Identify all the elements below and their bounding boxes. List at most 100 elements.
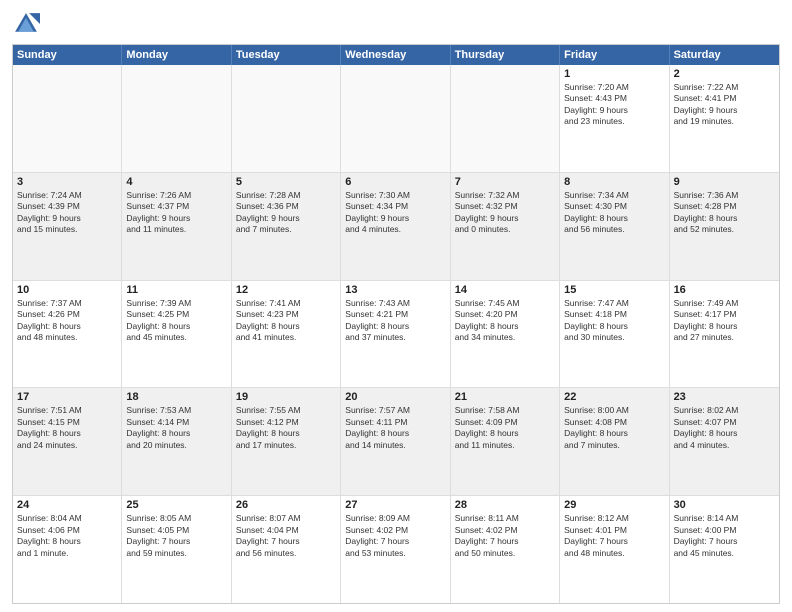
day-info: Sunrise: 7:53 AM Sunset: 4:14 PM Dayligh…	[126, 405, 226, 451]
day-number: 7	[455, 176, 555, 188]
day-number: 20	[345, 391, 445, 403]
weekday-header-thursday: Thursday	[451, 45, 560, 65]
calendar-body: 1 Sunrise: 7:20 AM Sunset: 4:43 PM Daylig…	[13, 65, 779, 603]
day-info: Sunrise: 8:11 AM Sunset: 4:02 PM Dayligh…	[455, 513, 555, 559]
day-info: Sunrise: 8:14 AM Sunset: 4:00 PM Dayligh…	[674, 513, 775, 559]
calendar-cell-r3-c1: 18 Sunrise: 7:53 AM Sunset: 4:14 PM Dayli…	[122, 388, 231, 495]
day-info: Sunrise: 7:39 AM Sunset: 4:25 PM Dayligh…	[126, 298, 226, 344]
day-info: Sunrise: 7:45 AM Sunset: 4:20 PM Dayligh…	[455, 298, 555, 344]
calendar-cell-r4-c4: 28 Sunrise: 8:11 AM Sunset: 4:02 PM Dayli…	[451, 496, 560, 603]
day-number: 9	[674, 176, 775, 188]
calendar-cell-r0-c3	[341, 65, 450, 172]
calendar-cell-r2-c3: 13Sunrise: 7:43 AM Sunset: 4:21 PM Dayli…	[341, 281, 450, 388]
day-number: 24	[17, 499, 117, 511]
day-number: 26	[236, 499, 336, 511]
day-info: Sunrise: 7:24 AM Sunset: 4:39 PM Dayligh…	[17, 190, 117, 236]
day-number: 10	[17, 284, 117, 296]
day-number: 23	[674, 391, 775, 403]
calendar-cell-r0-c5: 1 Sunrise: 7:20 AM Sunset: 4:43 PM Daylig…	[560, 65, 669, 172]
day-number: 12	[236, 284, 336, 296]
day-number: 14	[455, 284, 555, 296]
day-number: 30	[674, 499, 775, 511]
day-info: Sunrise: 8:02 AM Sunset: 4:07 PM Dayligh…	[674, 405, 775, 451]
calendar-cell-r0-c6: 2 Sunrise: 7:22 AM Sunset: 4:41 PM Daylig…	[670, 65, 779, 172]
day-info: Sunrise: 7:57 AM Sunset: 4:11 PM Dayligh…	[345, 405, 445, 451]
calendar-cell-r3-c0: 17 Sunrise: 7:51 AM Sunset: 4:15 PM Dayli…	[13, 388, 122, 495]
calendar-cell-r2-c6: 16Sunrise: 7:49 AM Sunset: 4:17 PM Dayli…	[670, 281, 779, 388]
logo-icon	[12, 10, 40, 38]
calendar-cell-r3-c2: 19Sunrise: 7:55 AM Sunset: 4:12 PM Dayli…	[232, 388, 341, 495]
calendar-cell-r4-c2: 26 Sunrise: 8:07 AM Sunset: 4:04 PM Dayli…	[232, 496, 341, 603]
calendar-cell-r1-c1: 4 Sunrise: 7:26 AM Sunset: 4:37 PM Daylig…	[122, 173, 231, 280]
day-info: Sunrise: 8:09 AM Sunset: 4:02 PM Dayligh…	[345, 513, 445, 559]
day-info: Sunrise: 7:30 AM Sunset: 4:34 PM Dayligh…	[345, 190, 445, 236]
calendar-cell-r0-c2	[232, 65, 341, 172]
day-number: 4	[126, 176, 226, 188]
calendar-cell-r4-c1: 25 Sunrise: 8:05 AM Sunset: 4:05 PM Dayli…	[122, 496, 231, 603]
page: SundayMondayTuesdayWednesdayThursdayFrid…	[0, 0, 792, 612]
weekday-header-sunday: Sunday	[13, 45, 122, 65]
calendar-cell-r2-c5: 15 Sunrise: 7:47 AM Sunset: 4:18 PM Dayli…	[560, 281, 669, 388]
calendar-cell-r2-c0: 10Sunrise: 7:37 AM Sunset: 4:26 PM Dayli…	[13, 281, 122, 388]
day-number: 28	[455, 499, 555, 511]
calendar-cell-r4-c3: 27Sunrise: 8:09 AM Sunset: 4:02 PM Dayli…	[341, 496, 450, 603]
calendar-cell-r3-c6: 23 Sunrise: 8:02 AM Sunset: 4:07 PM Dayli…	[670, 388, 779, 495]
calendar-row-1: 3 Sunrise: 7:24 AM Sunset: 4:39 PM Daylig…	[13, 173, 779, 281]
calendar-cell-r0-c4	[451, 65, 560, 172]
day-info: Sunrise: 7:34 AM Sunset: 4:30 PM Dayligh…	[564, 190, 664, 236]
day-number: 29	[564, 499, 664, 511]
day-info: Sunrise: 7:41 AM Sunset: 4:23 PM Dayligh…	[236, 298, 336, 344]
day-number: 16	[674, 284, 775, 296]
header	[12, 10, 780, 38]
day-number: 5	[236, 176, 336, 188]
day-info: Sunrise: 7:20 AM Sunset: 4:43 PM Dayligh…	[564, 82, 664, 128]
day-info: Sunrise: 7:47 AM Sunset: 4:18 PM Dayligh…	[564, 298, 664, 344]
calendar-cell-r4-c6: 30 Sunrise: 8:14 AM Sunset: 4:00 PM Dayli…	[670, 496, 779, 603]
calendar-cell-r2-c4: 14 Sunrise: 7:45 AM Sunset: 4:20 PM Dayli…	[451, 281, 560, 388]
day-number: 19	[236, 391, 336, 403]
calendar-row-2: 10Sunrise: 7:37 AM Sunset: 4:26 PM Dayli…	[13, 281, 779, 389]
day-info: Sunrise: 7:26 AM Sunset: 4:37 PM Dayligh…	[126, 190, 226, 236]
calendar-row-3: 17 Sunrise: 7:51 AM Sunset: 4:15 PM Dayli…	[13, 388, 779, 496]
day-number: 6	[345, 176, 445, 188]
calendar-cell-r0-c1	[122, 65, 231, 172]
calendar-cell-r1-c2: 5 Sunrise: 7:28 AM Sunset: 4:36 PM Daylig…	[232, 173, 341, 280]
calendar-cell-r4-c5: 29Sunrise: 8:12 AM Sunset: 4:01 PM Dayli…	[560, 496, 669, 603]
weekday-header-monday: Monday	[122, 45, 231, 65]
weekday-header-friday: Friday	[560, 45, 669, 65]
day-number: 17	[17, 391, 117, 403]
weekday-header-wednesday: Wednesday	[341, 45, 450, 65]
day-info: Sunrise: 7:36 AM Sunset: 4:28 PM Dayligh…	[674, 190, 775, 236]
day-number: 1	[564, 68, 664, 80]
day-number: 8	[564, 176, 664, 188]
day-info: Sunrise: 7:22 AM Sunset: 4:41 PM Dayligh…	[674, 82, 775, 128]
calendar-row-4: 24Sunrise: 8:04 AM Sunset: 4:06 PM Dayli…	[13, 496, 779, 603]
day-number: 21	[455, 391, 555, 403]
calendar-cell-r4-c0: 24Sunrise: 8:04 AM Sunset: 4:06 PM Dayli…	[13, 496, 122, 603]
day-info: Sunrise: 8:05 AM Sunset: 4:05 PM Dayligh…	[126, 513, 226, 559]
day-info: Sunrise: 7:58 AM Sunset: 4:09 PM Dayligh…	[455, 405, 555, 451]
calendar-cell-r1-c0: 3 Sunrise: 7:24 AM Sunset: 4:39 PM Daylig…	[13, 173, 122, 280]
day-info: Sunrise: 7:51 AM Sunset: 4:15 PM Dayligh…	[17, 405, 117, 451]
calendar-cell-r1-c5: 8 Sunrise: 7:34 AM Sunset: 4:30 PM Daylig…	[560, 173, 669, 280]
day-info: Sunrise: 7:32 AM Sunset: 4:32 PM Dayligh…	[455, 190, 555, 236]
calendar-cell-r1-c3: 6 Sunrise: 7:30 AM Sunset: 4:34 PM Daylig…	[341, 173, 450, 280]
day-number: 2	[674, 68, 775, 80]
day-number: 22	[564, 391, 664, 403]
calendar-header: SundayMondayTuesdayWednesdayThursdayFrid…	[13, 45, 779, 65]
day-info: Sunrise: 8:07 AM Sunset: 4:04 PM Dayligh…	[236, 513, 336, 559]
day-number: 3	[17, 176, 117, 188]
calendar: SundayMondayTuesdayWednesdayThursdayFrid…	[12, 44, 780, 604]
day-number: 18	[126, 391, 226, 403]
calendar-cell-r3-c3: 20 Sunrise: 7:57 AM Sunset: 4:11 PM Dayli…	[341, 388, 450, 495]
logo	[12, 10, 44, 38]
day-info: Sunrise: 8:00 AM Sunset: 4:08 PM Dayligh…	[564, 405, 664, 451]
calendar-cell-r1-c4: 7 Sunrise: 7:32 AM Sunset: 4:32 PM Daylig…	[451, 173, 560, 280]
calendar-cell-r3-c4: 21 Sunrise: 7:58 AM Sunset: 4:09 PM Dayli…	[451, 388, 560, 495]
weekday-header-saturday: Saturday	[670, 45, 779, 65]
calendar-cell-r1-c6: 9 Sunrise: 7:36 AM Sunset: 4:28 PM Daylig…	[670, 173, 779, 280]
day-info: Sunrise: 7:28 AM Sunset: 4:36 PM Dayligh…	[236, 190, 336, 236]
day-number: 25	[126, 499, 226, 511]
day-number: 13	[345, 284, 445, 296]
day-number: 15	[564, 284, 664, 296]
